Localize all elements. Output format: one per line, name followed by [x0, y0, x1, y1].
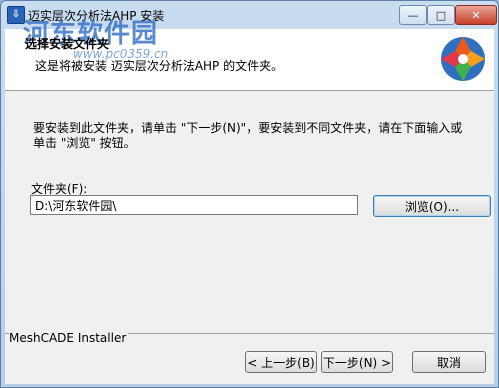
close-button[interactable]: ✕	[455, 5, 497, 25]
cancel-button[interactable]: 取消	[412, 351, 486, 373]
browse-button[interactable]: 浏览(O)...	[373, 195, 491, 217]
installer-logo-icon	[441, 37, 485, 81]
banner-description: 这是将被安装 迈实层次分析法AHP 的文件夹。	[35, 59, 284, 73]
minimize-button[interactable]: —	[399, 5, 427, 25]
installer-window: ⇩ 迈实层次分析法AHP 安装 — □ ✕ 河东软件园 www.pc0359.c…	[0, 0, 499, 388]
banner-title: 选择安装文件夹	[25, 37, 110, 51]
header-banner: 河东软件园 www.pc0359.cn 选择安装文件夹 这是将被安装 迈实层次分…	[5, 19, 494, 91]
installer-brand-label: MeshCADE Installer	[9, 331, 129, 345]
back-button[interactable]: < 上一步(B)	[245, 351, 317, 373]
dialog-client-area: 河东软件园 www.pc0359.cn 选择安装文件夹 这是将被安装 迈实层次分…	[5, 19, 494, 384]
next-button[interactable]: 下一步(N) >	[321, 351, 393, 373]
instruction-text: 要安装到此文件夹，请单击 "下一步(N)"，要安装到不同文件夹，请在下面输入或单…	[33, 121, 463, 150]
folder-path-input[interactable]	[30, 195, 358, 215]
maximize-button[interactable]: □	[427, 5, 455, 25]
